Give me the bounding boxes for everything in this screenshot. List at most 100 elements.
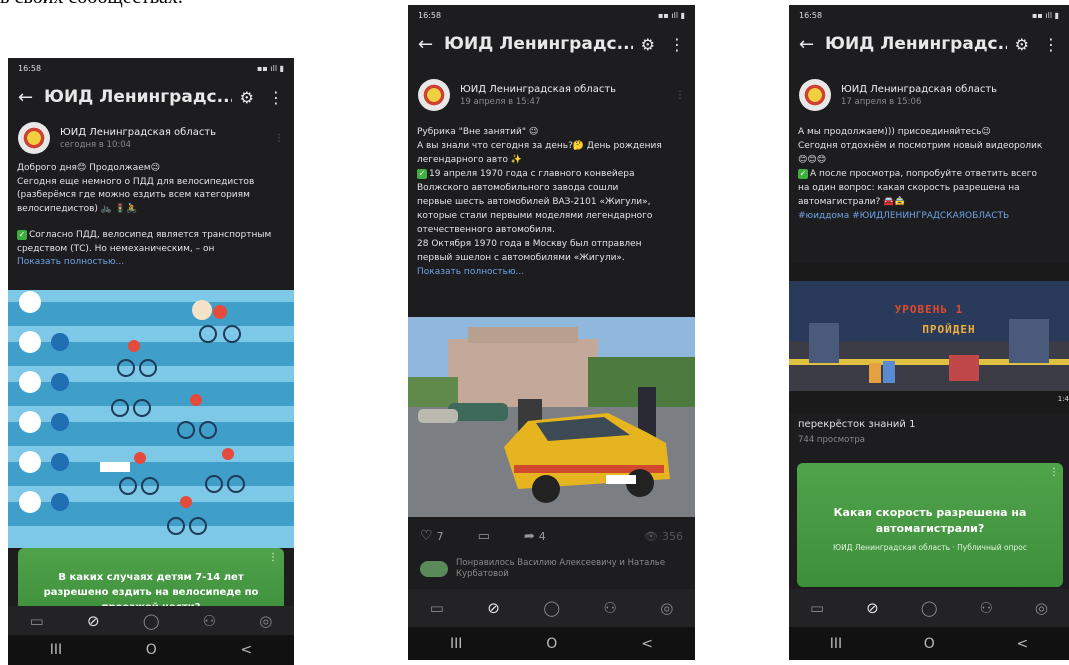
status-bar: 16:58 ▪▪ ıll ▮ <box>789 5 1069 25</box>
post-line: Доброго дня😊 Продолжаем😉 <box>17 163 160 173</box>
share-count: 4 <box>538 529 546 543</box>
poll-menu-icon[interactable]: ⋮ <box>268 552 278 563</box>
post-header: ЮИД Ленинградская область 19 апреля в 15… <box>418 77 685 113</box>
profile-icon[interactable]: ◎ <box>259 612 272 630</box>
more-icon[interactable]: ⋮ <box>1043 35 1059 54</box>
post-line: 😊😊😊 <box>798 155 827 165</box>
bottom-nav: ▭ ⊘ ◯ ⚇ ◎ <box>789 589 1069 627</box>
friends-icon[interactable]: ⚇ <box>979 599 992 617</box>
system-nav: III O < <box>789 627 1069 660</box>
post-line: которые стали первыми моделями легендарн… <box>417 211 653 221</box>
video-title[interactable]: перекрёсток знаний 1 <box>798 419 915 430</box>
feed-icon[interactable]: ▭ <box>30 612 44 630</box>
more-icon[interactable]: ⋮ <box>268 88 284 107</box>
post-line: велосипедистов) 🚲 🚦🚴 <box>17 203 138 214</box>
checkmark-icon: ✓ <box>417 169 427 179</box>
like-icon[interactable]: ♡ <box>420 528 433 544</box>
video-banner-2: ПРОЙДЕН <box>922 323 976 336</box>
poll-card[interactable]: ⋮ Какая скорость разрешена на автомагист… <box>797 463 1063 587</box>
post-line: Волжского автомобильного завода сошли <box>417 183 619 193</box>
profile-icon[interactable]: ◎ <box>660 599 673 617</box>
share-icon[interactable]: ➦ <box>524 529 535 544</box>
gear-icon[interactable]: ⚙ <box>641 35 655 54</box>
author-name[interactable]: ЮИД Ленинградская область <box>60 127 216 138</box>
post-line: А мы продолжаем))) присоединяйтесь😉 <box>798 127 991 137</box>
avatar[interactable] <box>418 79 450 111</box>
author-name[interactable]: ЮИД Ленинградская область <box>460 84 616 95</box>
signal-icon: ▪▪ ıll ▮ <box>658 10 685 20</box>
liked-by[interactable]: Понравилось Василию Алексеевичу и Наталь… <box>420 555 685 583</box>
phone-screenshot-1: 16:58 ▪▪ ıll ▮ ← ЮИД Ленинградс... ⚙ ⋮ Ю… <box>8 58 294 665</box>
feed-icon[interactable]: ▭ <box>810 599 824 617</box>
discover-icon[interactable]: ⊘ <box>487 599 500 617</box>
recent-apps-button[interactable]: III <box>830 636 842 652</box>
more-icon[interactable]: ⋮ <box>669 35 685 54</box>
back-button[interactable]: < <box>1016 636 1028 652</box>
feed-icon[interactable]: ▭ <box>430 599 444 617</box>
poll-menu-icon[interactable]: ⋮ <box>1049 467 1059 478</box>
discover-icon[interactable]: ⊘ <box>87 612 100 630</box>
video-player[interactable]: УРОВЕНЬ 1 ПРОЙДЕН 1:4 <box>789 263 1069 413</box>
home-button[interactable]: O <box>924 636 935 652</box>
post-line: А вы знали что сегодня за день?🤔 День ро… <box>417 141 662 151</box>
friends-icon[interactable]: ⚇ <box>203 612 216 630</box>
messages-icon[interactable]: ◯ <box>143 612 160 630</box>
bottom-nav: ▭ ⊘ ◯ ⚇ ◎ <box>408 589 695 627</box>
avatar[interactable] <box>18 122 50 154</box>
post-line: (разберёмся где можно ездить всем катего… <box>17 190 250 200</box>
post-line: первый эшелон с автомобилями «Жигули». <box>417 253 625 263</box>
home-button[interactable]: O <box>546 636 557 652</box>
profile-icon[interactable]: ◎ <box>1035 599 1048 617</box>
bicycle-rules-illustration <box>8 290 294 548</box>
back-arrow-icon[interactable]: ← <box>18 87 44 108</box>
recent-apps-button[interactable]: III <box>450 636 462 652</box>
system-nav: III O < <box>8 635 294 665</box>
page-title: ЮИД Ленинградс... <box>825 34 1007 54</box>
comment-icon[interactable]: ▭ <box>478 529 490 544</box>
status-bar: 16:58 ▪▪ ıll ▮ <box>408 5 695 25</box>
like-count: 7 <box>436 529 444 543</box>
author-name[interactable]: ЮИД Ленинградская область <box>841 84 997 95</box>
post-line: Согласно ПДД, велосипед является транспо… <box>29 230 272 240</box>
back-arrow-icon[interactable]: ← <box>799 34 825 55</box>
signal-icon: ▪▪ ıll ▮ <box>1032 10 1059 20</box>
messages-icon[interactable]: ◯ <box>921 599 938 617</box>
post-text: Доброго дня😊 Продолжаем😉 Сегодня еще нем… <box>17 162 286 270</box>
home-button[interactable]: O <box>146 642 157 658</box>
show-more-link[interactable]: Показать полностью... <box>17 256 286 270</box>
back-arrow-icon[interactable]: ← <box>418 34 444 55</box>
post-line: 28 Октября 1970 года в Москву был отправ… <box>417 239 642 249</box>
back-button[interactable]: < <box>641 636 653 652</box>
post-actions: ♡ 7 ▭ ➦ 4 👁 356 <box>408 523 695 549</box>
post-photo[interactable] <box>408 317 695 517</box>
discover-icon[interactable]: ⊘ <box>866 599 879 617</box>
page-title: ЮИД Ленинградс... <box>444 34 633 54</box>
messages-icon[interactable]: ◯ <box>543 599 560 617</box>
gear-icon[interactable]: ⚙ <box>1015 35 1029 54</box>
post-line: Рубрика "Вне занятий" 😉 <box>417 127 539 137</box>
post-text: А мы продолжаем))) присоединяйтесь😉 Сего… <box>798 125 1061 223</box>
post-line: автомагистрали? 🚘🚖 <box>798 197 906 207</box>
app-bar: ← ЮИД Ленинградс... ⚙ ⋮ <box>408 25 695 63</box>
poll-subtitle: ЮИД Ленинградская область · Публичный оп… <box>832 543 1028 552</box>
post-line: средством (ТС). Но немеханическим, – он <box>17 243 215 254</box>
post-menu-icon[interactable]: ⋮ <box>675 90 685 101</box>
status-time: 16:58 <box>18 63 42 73</box>
signal-icon: ▪▪ ıll ▮ <box>257 63 284 73</box>
status-time: 16:58 <box>799 10 823 20</box>
post-image[interactable] <box>8 290 294 548</box>
hashtags[interactable]: #юиддома #ЮИДЛЕНИНГРАДСКАЯОБЛАСТЬ <box>798 209 1061 223</box>
recent-apps-button[interactable]: III <box>50 642 62 658</box>
post-menu-icon[interactable]: ⋮ <box>274 133 284 144</box>
post-date: 19 апреля в 15:47 <box>460 96 541 107</box>
post-line: Сегодня еще немного о ПДД для велосипеди… <box>17 176 255 187</box>
show-more-link[interactable]: Показать полностью... <box>417 265 687 279</box>
checkmark-icon: ✓ <box>17 230 27 240</box>
liker-avatars <box>420 561 448 577</box>
gear-icon[interactable]: ⚙ <box>240 88 254 107</box>
friends-icon[interactable]: ⚇ <box>603 599 616 617</box>
poll-question: Какая скорость разрешена на автомагистра… <box>833 506 1027 535</box>
avatar[interactable] <box>799 79 831 111</box>
back-button[interactable]: < <box>240 642 252 658</box>
status-time: 16:58 <box>418 10 442 20</box>
